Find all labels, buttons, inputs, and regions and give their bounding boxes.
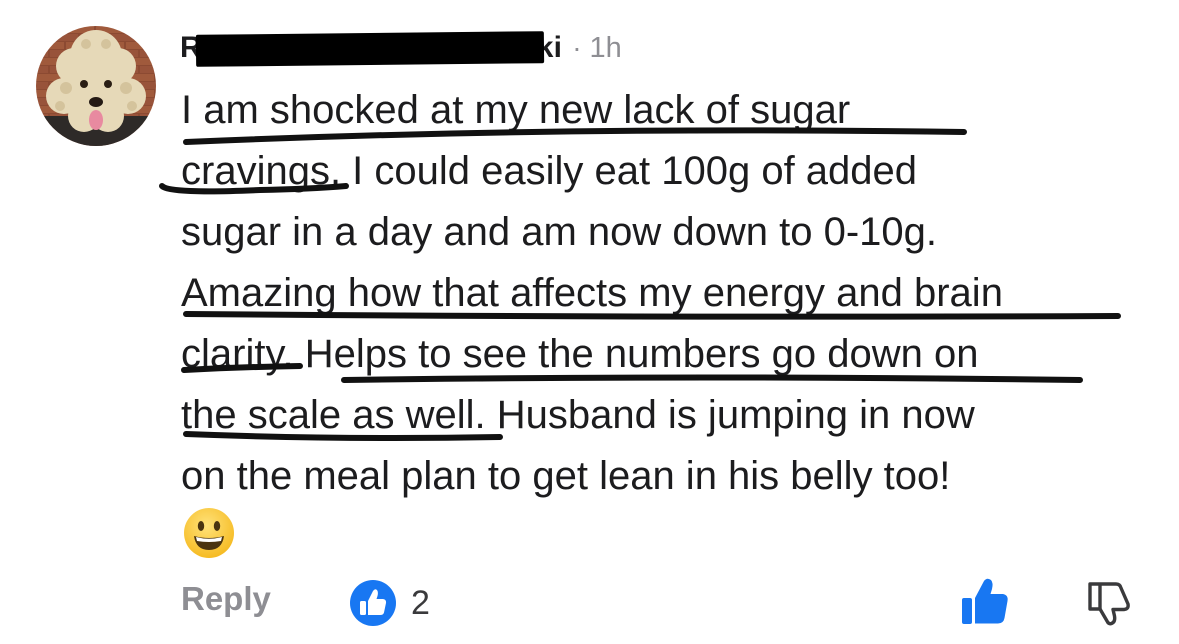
reply-button[interactable]: Reply	[181, 580, 271, 618]
timestamp[interactable]: 1h	[590, 32, 622, 65]
name-redaction-bar	[195, 31, 545, 67]
thumbs-up-icon[interactable]	[960, 576, 1010, 628]
reaction-summary[interactable]: 2	[349, 579, 430, 627]
separator-dot: ·	[572, 32, 582, 63]
like-count: 2	[411, 583, 430, 622]
comment-line: cravings. I could easily eat 100g of add…	[181, 149, 918, 193]
avatar-dog-photo-icon	[36, 26, 156, 146]
comment-actions: Reply 2	[0, 572, 1179, 632]
comment-line: the scale as well. Husband is jumping in…	[181, 393, 975, 437]
like-reaction-icon	[350, 580, 396, 626]
comment-line: on the meal plan to get lean in his bell…	[181, 454, 951, 498]
comment-line: Amazing how that affects my energy and b…	[181, 271, 1003, 315]
comment-line: sugar in a day and am now down to 0-10g.	[181, 210, 938, 254]
comment-body: I am shocked at my new lack of sugar cra…	[181, 80, 1151, 507]
comment-line: clarity. Helps to see the numbers go dow…	[181, 332, 979, 376]
grinning-face-emoji-icon	[184, 508, 234, 558]
avatar[interactable]	[36, 26, 156, 146]
comment-line: I am shocked at my new lack of sugar	[181, 88, 851, 132]
thumbs-down-icon[interactable]	[1086, 576, 1132, 628]
